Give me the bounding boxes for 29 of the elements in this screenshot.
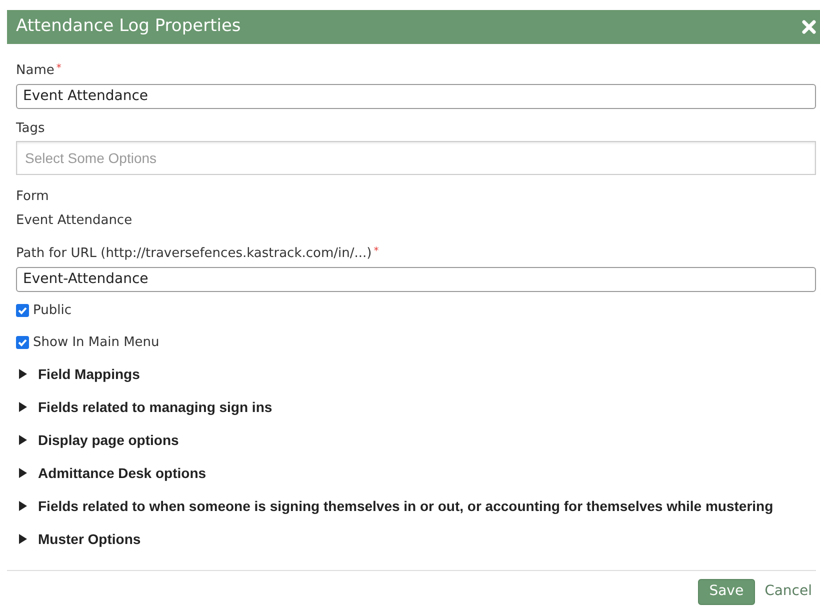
section-toggle[interactable]: Muster Options — [16, 530, 816, 548]
section-toggle[interactable]: Fields related to when someone is signing themselves in or out, or accounting for themselves while mustering — [16, 498, 816, 514]
required-asterisk: * — [56, 62, 62, 76]
text-field[interactable]: Event Attendance — [16, 84, 816, 108]
checkbox[interactable] — [16, 336, 29, 349]
triangle-icon — [18, 468, 28, 478]
triangle-icon — [18, 501, 28, 511]
required-asterisk: * — [374, 245, 379, 259]
tags-field[interactable]: Select Some Options — [16, 141, 816, 175]
field-value: Event Attendance — [16, 212, 134, 230]
section-toggle[interactable]: Display page options — [16, 432, 816, 448]
field-label: Form — [16, 188, 50, 206]
field-label: Name — [16, 62, 54, 80]
cancel-link[interactable]: Cancel — [764, 578, 812, 604]
close-icon[interactable] — [802, 20, 816, 34]
field-label: Tags — [16, 120, 45, 138]
checkbox[interactable] — [16, 304, 29, 317]
triangle-icon — [18, 402, 28, 412]
checkbox-label: Show In Main Menu — [33, 334, 160, 352]
section-toggle[interactable]: Admittance Desk options — [16, 464, 816, 482]
dialog-title: Attendance Log Properties — [16, 15, 241, 38]
field-label: Path for URL (http://traversefences.kastrack.com/in/...) — [16, 245, 372, 263]
triangle-icon — [18, 369, 28, 379]
triangle-icon — [18, 435, 28, 445]
text-field[interactable]: Event-Attendance — [16, 266, 816, 292]
triangle-icon — [18, 534, 28, 544]
section-toggle[interactable]: Fields related to managing sign ins — [16, 398, 816, 416]
section-toggle[interactable]: Field Mappings — [16, 366, 816, 382]
checkbox-label: Public — [33, 302, 72, 320]
